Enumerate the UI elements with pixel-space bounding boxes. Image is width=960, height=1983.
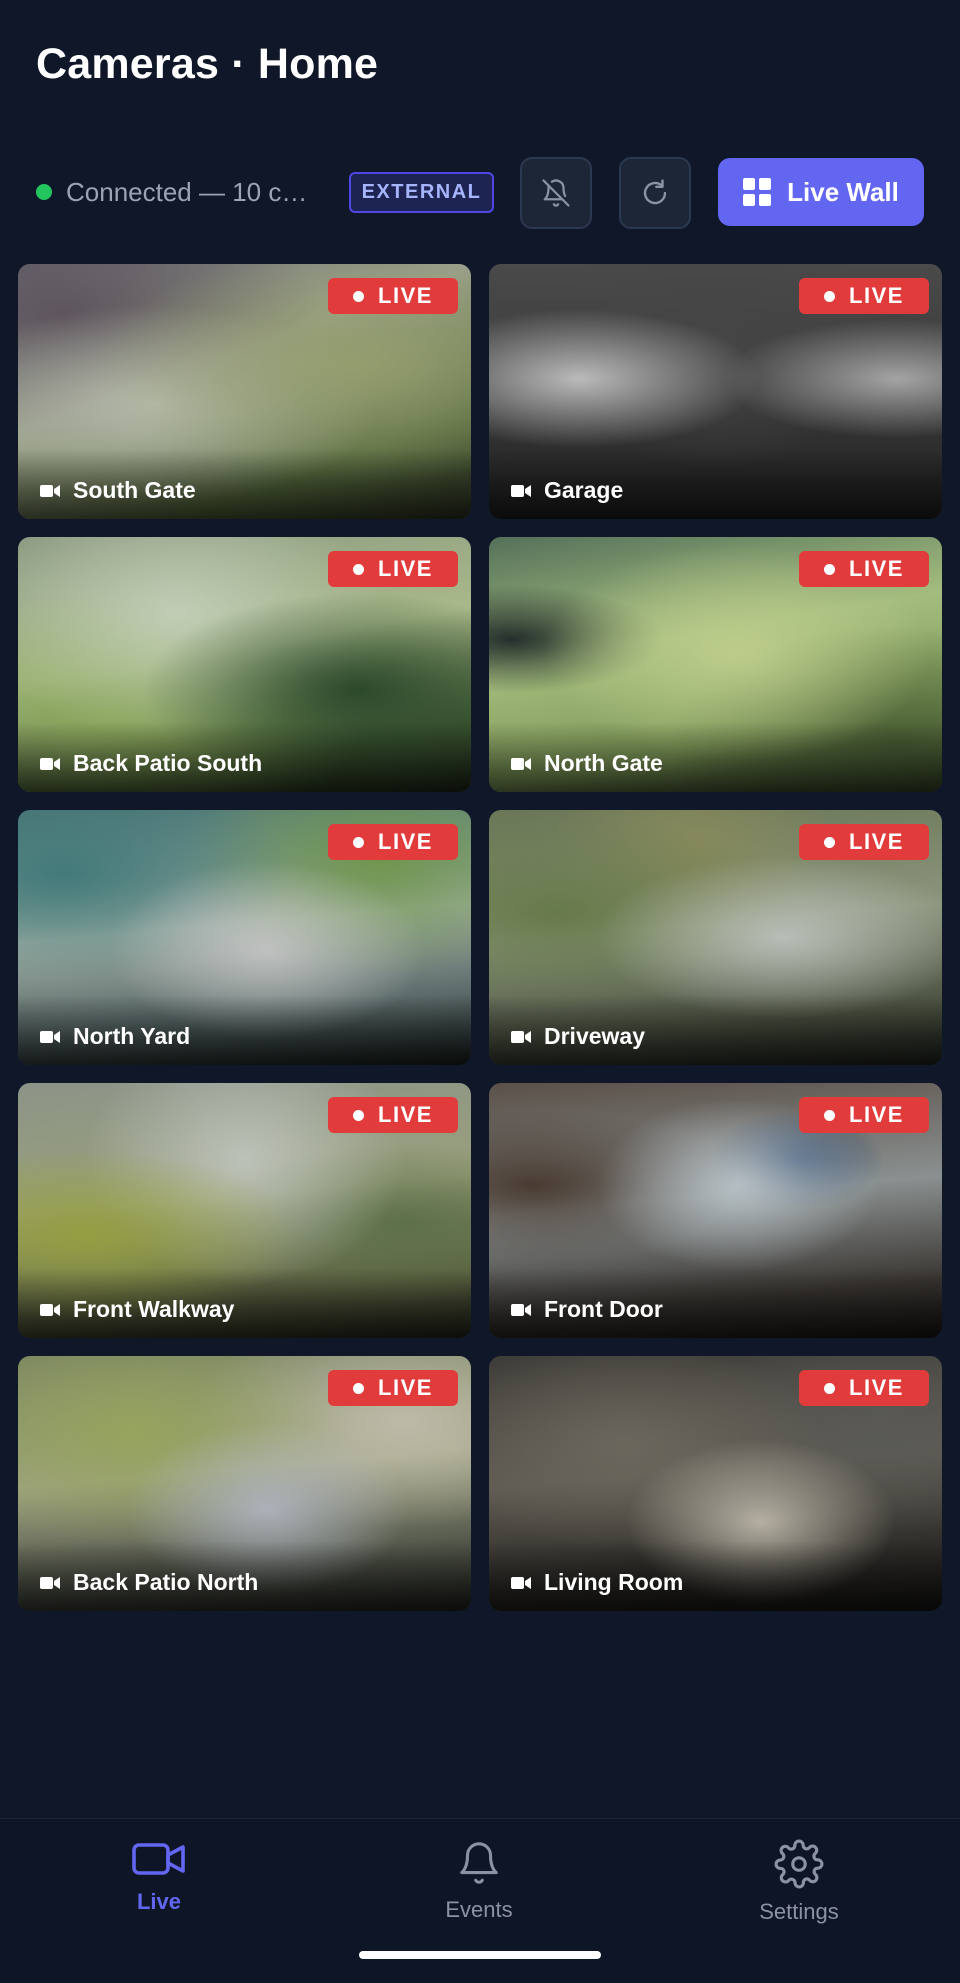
live-badge: LIVE [328, 1097, 458, 1133]
camera-name: Driveway [544, 1023, 646, 1049]
camera-tile[interactable]: LIVE Back Patio South [18, 537, 471, 792]
video-camera-icon [511, 484, 531, 497]
gear-icon [774, 1839, 824, 1889]
live-wall-label: Live Wall [787, 176, 899, 207]
status-text: Connected — 10 cameras [66, 176, 318, 207]
camera-name: North Gate [544, 750, 663, 776]
camera-name: Back Patio North [73, 1569, 259, 1595]
camera-label: Garage [511, 477, 623, 504]
live-badge: LIVE [328, 551, 458, 587]
camera-label: Front Door [511, 1296, 663, 1323]
external-badge: EXTERNAL [349, 172, 494, 213]
camera-tile[interactable]: LIVE Garage [489, 264, 942, 519]
toolbar: Connected — 10 cameras EXTERNAL Live Wal… [36, 157, 924, 229]
camera-tile[interactable]: LIVE North Yard [18, 810, 471, 1065]
bell-icon [460, 1842, 498, 1884]
video-camera-icon [511, 1030, 531, 1043]
camera-label: North Gate [511, 750, 663, 777]
refresh-button[interactable] [619, 157, 691, 229]
live-badge: LIVE [799, 551, 929, 587]
camera-name: Front Walkway [73, 1296, 235, 1322]
camera-grid: LIVE South Gate LIVE Garage LIVE Back Pa… [18, 264, 942, 1611]
camera-label: Driveway [511, 1023, 645, 1050]
grid-icon [743, 178, 772, 206]
camera-label: Front Walkway [40, 1296, 234, 1323]
camera-name: Living Room [544, 1569, 684, 1595]
live-badge: LIVE [328, 1370, 458, 1406]
tab-events-label: Events [445, 1897, 513, 1922]
status-dot [36, 184, 52, 200]
camera-tile[interactable]: LIVE South Gate [18, 264, 471, 519]
home-indicator [359, 1951, 601, 1959]
live-wall-button[interactable]: Live Wall [718, 158, 924, 226]
video-camera-icon [511, 1303, 531, 1316]
camera-tile[interactable]: LIVE Driveway [489, 810, 942, 1065]
camera-name: Front Door [544, 1296, 663, 1322]
video-camera-icon [511, 1576, 531, 1589]
camera-label: Back Patio South [40, 750, 262, 777]
page-title: Cameras · Home [36, 40, 379, 88]
live-badge: LIVE [799, 824, 929, 860]
camera-label: Living Room [511, 1569, 683, 1596]
refresh-icon [643, 179, 667, 205]
camera-name: North Yard [73, 1023, 191, 1049]
mute-notifications-button[interactable] [520, 157, 592, 229]
tab-live-label: Live [136, 1889, 182, 1914]
live-badge: LIVE [328, 824, 458, 860]
video-camera-icon [40, 1303, 60, 1316]
video-camera-icon [40, 757, 60, 770]
video-camera-icon [40, 1030, 60, 1043]
camera-name: Garage [544, 477, 624, 503]
video-camera-icon [511, 757, 531, 770]
camera-tile[interactable]: LIVE Front Walkway [18, 1083, 471, 1338]
video-camera-icon [40, 1576, 60, 1589]
camera-label: North Yard [40, 1023, 190, 1050]
camera-tile[interactable]: LIVE North Gate [489, 537, 942, 792]
live-badge: LIVE [328, 278, 458, 314]
tab-settings-label: Settings [759, 1899, 839, 1924]
cameras-screen: Cameras · Home Connected — 10 cameras EX… [0, 0, 960, 1983]
camera-label: Back Patio North [40, 1569, 258, 1596]
live-badge: LIVE [799, 1370, 929, 1406]
live-badge: LIVE [799, 278, 929, 314]
bell-off-icon [542, 179, 570, 207]
video-camera-icon [40, 484, 60, 497]
tab-live[interactable]: Live [59, 1839, 259, 1915]
tab-events[interactable]: Events [379, 1839, 579, 1923]
tab-settings[interactable]: Settings [699, 1839, 899, 1925]
connection-status: Connected — 10 cameras [36, 157, 318, 227]
camera-tile[interactable]: LIVE Front Door [489, 1083, 942, 1338]
camera-tile[interactable]: LIVE Living Room [489, 1356, 942, 1611]
camera-tile[interactable]: LIVE Back Patio North [18, 1356, 471, 1611]
video-icon [132, 1843, 185, 1875]
camera-label: South Gate [40, 477, 196, 504]
live-badge: LIVE [799, 1097, 929, 1133]
camera-name: South Gate [73, 477, 196, 503]
camera-name: Back Patio South [73, 750, 263, 776]
